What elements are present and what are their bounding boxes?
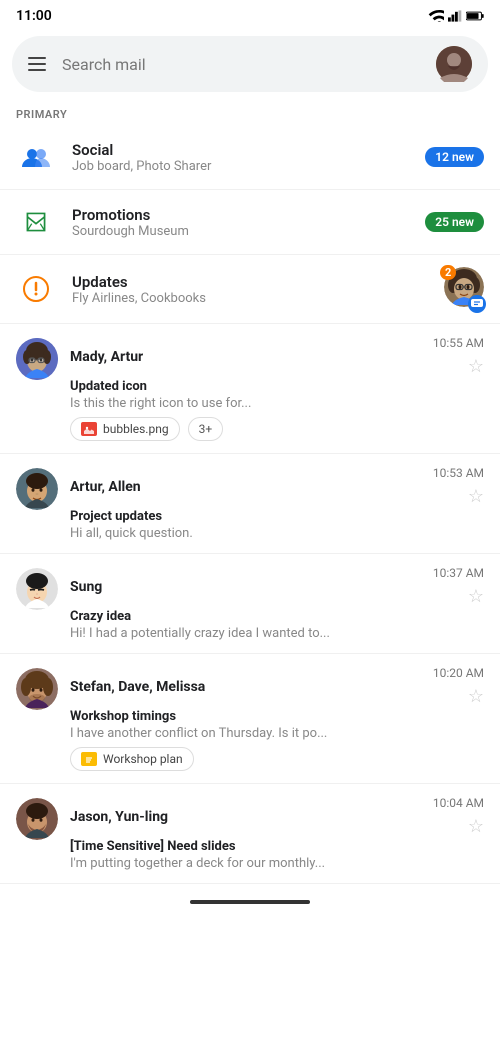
doc-attachment-icon bbox=[81, 752, 97, 766]
updates-icon bbox=[16, 269, 56, 309]
email-time: 10:37 AM bbox=[433, 566, 484, 580]
avatar-stefan bbox=[16, 668, 58, 710]
email-time: 10:04 AM bbox=[433, 796, 484, 810]
category-info-social: Social Job board, Photo Sharer bbox=[72, 141, 409, 174]
email-avatar bbox=[16, 668, 58, 710]
email-sender: Sung bbox=[70, 579, 102, 595]
category-name-promotions: Promotions bbox=[72, 206, 409, 224]
category-info-updates: Updates Fly Airlines, Cookbooks bbox=[72, 273, 424, 306]
status-time: 11:00 bbox=[16, 8, 52, 24]
email-avatar bbox=[16, 468, 58, 510]
star-button[interactable]: ☆ bbox=[468, 686, 484, 707]
category-row-promotions[interactable]: Promotions Sourdough Museum 25 new bbox=[0, 190, 500, 255]
email-header: Artur, Allen 10:53 AM ☆ bbox=[70, 466, 484, 507]
updates-badge-wrap: 2 bbox=[440, 267, 484, 311]
avatar-artur bbox=[16, 468, 58, 510]
promotions-badge: 25 new bbox=[425, 212, 484, 232]
image-attachment-icon bbox=[81, 422, 97, 436]
email-header: Sung 10:37 AM ☆ bbox=[70, 566, 484, 607]
attachment-chip[interactable]: Workshop plan bbox=[70, 747, 194, 771]
email-avatar bbox=[16, 338, 58, 380]
email-time: 10:20 AM bbox=[433, 666, 484, 680]
attachment-name: bubbles.png bbox=[103, 422, 169, 436]
email-avatar bbox=[16, 798, 58, 840]
user-avatar[interactable] bbox=[436, 46, 472, 82]
email-body: Sung 10:37 AM ☆ Crazy idea Hi! I had a p… bbox=[70, 566, 484, 641]
social-badge: 12 new bbox=[425, 147, 484, 167]
email-sender: Stefan, Dave, Melissa bbox=[70, 679, 205, 695]
email-body: Mady, Artur 10:55 AM ☆ Updated icon Is t… bbox=[70, 336, 484, 441]
email-header: Jason, Yun-ling 10:04 AM ☆ bbox=[70, 796, 484, 837]
email-sender: Artur, Allen bbox=[70, 479, 141, 495]
email-header: Mady, Artur 10:55 AM ☆ bbox=[70, 336, 484, 377]
email-preview: Is this the right icon to use for... bbox=[70, 396, 484, 411]
email-body: Jason, Yun-ling 10:04 AM ☆ [Time Sensiti… bbox=[70, 796, 484, 871]
social-icon bbox=[16, 137, 56, 177]
email-row[interactable]: Mady, Artur 10:55 AM ☆ Updated icon Is t… bbox=[0, 324, 500, 454]
email-right: 10:04 AM ☆ bbox=[425, 796, 484, 837]
home-bar bbox=[190, 900, 310, 904]
email-avatar bbox=[16, 568, 58, 610]
email-row[interactable]: Stefan, Dave, Melissa 10:20 AM ☆ Worksho… bbox=[0, 654, 500, 784]
email-preview: I'm putting together a deck for our mont… bbox=[70, 856, 484, 871]
email-time: 10:55 AM bbox=[433, 336, 484, 350]
email-row[interactable]: Jason, Yun-ling 10:04 AM ☆ [Time Sensiti… bbox=[0, 784, 500, 884]
category-name-updates: Updates bbox=[72, 273, 424, 291]
email-header: Stefan, Dave, Melissa 10:20 AM ☆ bbox=[70, 666, 484, 707]
category-info-promotions: Promotions Sourdough Museum bbox=[72, 206, 409, 239]
promotions-icon bbox=[16, 202, 56, 242]
attachment-name: Workshop plan bbox=[103, 752, 183, 766]
menu-button[interactable] bbox=[28, 57, 46, 71]
category-sub-updates: Fly Airlines, Cookbooks bbox=[72, 291, 424, 306]
email-time: 10:53 AM bbox=[433, 466, 484, 480]
star-button[interactable]: ☆ bbox=[468, 486, 484, 507]
email-right: 10:55 AM ☆ bbox=[425, 336, 484, 377]
search-bar[interactable]: Search mail bbox=[12, 36, 488, 92]
email-preview: Hi all, quick question. bbox=[70, 526, 484, 541]
avatar-sung bbox=[16, 568, 58, 610]
category-sub-promotions: Sourdough Museum bbox=[72, 224, 409, 239]
email-subject: [Time Sensitive] Need slides bbox=[70, 839, 484, 854]
status-icons bbox=[428, 10, 484, 22]
home-indicator bbox=[0, 884, 500, 912]
star-button[interactable]: ☆ bbox=[468, 816, 484, 837]
category-name-social: Social bbox=[72, 141, 409, 159]
email-right: 10:20 AM ☆ bbox=[425, 666, 484, 707]
email-attachments: bubbles.png 3+ bbox=[70, 417, 484, 441]
updates-msg-badge bbox=[468, 295, 486, 313]
email-right: 10:37 AM ☆ bbox=[425, 566, 484, 607]
category-row-social[interactable]: Social Job board, Photo Sharer 12 new bbox=[0, 125, 500, 190]
email-row[interactable]: Artur, Allen 10:53 AM ☆ Project updates … bbox=[0, 454, 500, 554]
avatar-mady bbox=[16, 338, 58, 380]
category-sub-social: Job board, Photo Sharer bbox=[72, 159, 409, 174]
email-preview: Hi! I had a potentially crazy idea I wan… bbox=[70, 626, 484, 641]
battery-icon bbox=[466, 10, 484, 22]
email-subject: Updated icon bbox=[70, 379, 484, 394]
email-right: 10:53 AM ☆ bbox=[425, 466, 484, 507]
email-sender: Mady, Artur bbox=[70, 349, 143, 365]
more-attachments-chip[interactable]: 3+ bbox=[188, 417, 224, 441]
section-label-primary: PRIMARY bbox=[0, 100, 500, 125]
status-bar: 11:00 bbox=[0, 0, 500, 28]
search-input[interactable]: Search mail bbox=[62, 55, 420, 74]
wifi-icon bbox=[428, 10, 444, 22]
signal-icon bbox=[448, 10, 462, 22]
email-sender: Jason, Yun-ling bbox=[70, 809, 168, 825]
star-button[interactable]: ☆ bbox=[468, 356, 484, 377]
avatar-image bbox=[436, 46, 472, 82]
star-button[interactable]: ☆ bbox=[468, 586, 484, 607]
email-attachments: Workshop plan bbox=[70, 747, 484, 771]
avatar-jason bbox=[16, 798, 58, 840]
category-row-updates[interactable]: Updates Fly Airlines, Cookbooks 2 bbox=[0, 255, 500, 324]
email-subject: Crazy idea bbox=[70, 609, 484, 624]
chat-icon bbox=[471, 299, 483, 309]
email-subject: Project updates bbox=[70, 509, 484, 524]
email-body: Artur, Allen 10:53 AM ☆ Project updates … bbox=[70, 466, 484, 541]
email-preview: I have another conflict on Thursday. Is … bbox=[70, 726, 484, 741]
attachment-chip[interactable]: bubbles.png bbox=[70, 417, 180, 441]
email-row[interactable]: Sung 10:37 AM ☆ Crazy idea Hi! I had a p… bbox=[0, 554, 500, 654]
email-body: Stefan, Dave, Melissa 10:20 AM ☆ Worksho… bbox=[70, 666, 484, 771]
email-subject: Workshop timings bbox=[70, 709, 484, 724]
